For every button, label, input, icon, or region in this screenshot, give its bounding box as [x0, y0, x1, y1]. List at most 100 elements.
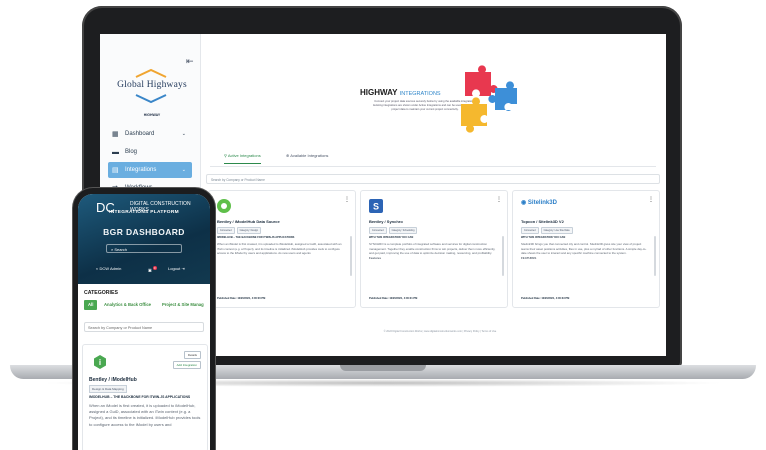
search-input[interactable]: Search by Company or Product Name: [206, 174, 660, 184]
phone-hero: DC DIGITAL CONSTRUCTION WORKS INTEGRATIO…: [78, 194, 210, 284]
more-options-icon[interactable]: ⋮: [496, 196, 502, 203]
phone-search-input[interactable]: Search by Company or Product Name: [84, 322, 204, 332]
user-menu[interactable]: ◐ DCW Admin: [96, 266, 121, 271]
card-date: Published Date: 10/20/2021, 4:00:21 PM: [369, 297, 418, 300]
filter-all[interactable]: All: [84, 300, 98, 310]
dashboard-title: BGR DASHBOARD: [78, 227, 210, 237]
card-date: Published Date: 10/20/2021, 4:00:00 PM: [217, 297, 266, 300]
user-bar: ◐ DCW Admin ▣ 0 Logout ⇥: [78, 264, 210, 276]
chevron-down-icon: ⌄: [181, 167, 186, 173]
tab-label: Active Integrations: [227, 153, 261, 158]
book-icon: ▬: [112, 148, 119, 156]
sidebar-item-blog[interactable]: ▬ Blog: [108, 144, 192, 160]
global-highways-logo: Global Highways HIGHWAY: [112, 68, 192, 122]
integration-card[interactable]: ⋮ Bentley / iModelHub Data Source Connec…: [208, 190, 356, 308]
details-button[interactable]: Details: [183, 351, 201, 359]
svg-text:i: i: [99, 358, 101, 367]
dashboard-word: DASHBOARD: [126, 227, 185, 237]
filter-analytics[interactable]: Analytics & Back Office: [104, 300, 151, 310]
user-name: DCW Admin: [99, 266, 122, 271]
card-scrollbar[interactable]: [350, 236, 352, 276]
page-title: HIGHWAY INTEGRATIONS: [360, 88, 441, 97]
logo-subtitle: HIGHWAY: [143, 113, 161, 117]
main-content: HIGHWAY INTEGRATIONS Connect your projec…: [200, 34, 666, 356]
logo-chevron-down-icon: [135, 94, 167, 104]
card-description-text: SYNCHRO is a complete portfolio of integ…: [369, 242, 496, 256]
more-options-icon[interactable]: ⋮: [344, 196, 350, 203]
card-description: When an iModel is first created, it is u…: [217, 242, 342, 256]
status-badge: Connected: [521, 227, 539, 234]
chevron-down-icon: ⌄: [181, 131, 186, 137]
dashboard-prefix: BGR: [103, 227, 124, 237]
search-label: Search: [114, 247, 128, 252]
title-light: INTEGRATIONS: [399, 91, 441, 97]
category-badge: Category: Scheduling: [388, 227, 418, 234]
sitelink-logo-text: Sitelink3D: [527, 200, 557, 206]
integration-card[interactable]: ⋮ ◉ Sitelink3D Topcon / Sitelink3D V2 Co…: [512, 190, 660, 308]
card-description: Sitelink3D brings you that connected cit…: [521, 242, 649, 260]
sidebar-item-label: Blog: [125, 149, 138, 155]
card-badges: Connected Category: Live Site Data: [521, 227, 573, 234]
synchro-logo-icon: S: [369, 199, 383, 213]
puzzle-pieces-icon: [461, 65, 517, 133]
card-subtitle: IMODELHUB – THE BACKBONE FOR ITWIN.JS AP…: [217, 236, 295, 239]
grid-icon: ▦: [112, 131, 119, 138]
category-badge: Category: Live Site Data: [540, 227, 573, 234]
integration-tabs: ⚲ Active Integrations ⊕ Available Integr…: [210, 152, 656, 167]
category-badge: Design & Data Mapping: [89, 385, 127, 393]
tab-active-integrations[interactable]: ⚲ Active Integrations: [224, 153, 261, 164]
phone-screen: DC DIGITAL CONSTRUCTION WORKS INTEGRATIO…: [78, 194, 210, 450]
card-title: Bentley / iModelHub: [89, 377, 137, 383]
card-date: Published Date: 10/20/2021, 4:00:33 PM: [521, 297, 570, 300]
page-footer: © 2022 Digital Construction Works | www.…: [383, 330, 497, 333]
add-integration-button[interactable]: Add Integration: [172, 361, 201, 369]
card-scrollbar[interactable]: [654, 236, 656, 276]
card-features-heading: FEATURES: [521, 255, 537, 260]
status-badge: Connected: [217, 227, 235, 234]
card-description-text: Sitelink3D brings you that connected cit…: [521, 242, 647, 256]
more-options-icon[interactable]: ⋮: [648, 196, 654, 203]
sitelink3d-logo: ◉ Sitelink3D: [521, 199, 557, 206]
logo-text: Global Highways: [117, 80, 187, 90]
collapse-sidebar-icon[interactable]: ⇤: [186, 56, 194, 67]
chart-icon: ▤: [112, 167, 119, 174]
svg-text:S: S: [373, 202, 379, 212]
card-description: When an iModel is first created, it is u…: [89, 403, 201, 427]
category-badge: Category: Design: [236, 227, 262, 234]
card-badges: Connected Category: Scheduling: [369, 227, 418, 234]
phone-integration-card[interactable]: Details Add Integration i Bentley / iMod…: [82, 344, 208, 450]
categories-heading: CATEGORIES: [84, 290, 118, 296]
tab-available-integrations[interactable]: ⊕ Available Integrations: [286, 153, 328, 158]
filter-project-site[interactable]: Project & Site Manag: [162, 300, 204, 310]
platform-title: INTEGRATIONS PLATFORM: [109, 210, 179, 215]
notification-count: 0: [152, 266, 157, 270]
status-badge: Connected: [369, 227, 387, 234]
sidebar-item-label: Dashboard: [125, 131, 155, 137]
card-badges: Connected Category: Design: [217, 227, 262, 234]
tab-label: Available Integrations: [290, 153, 329, 158]
sidebar-item-dashboard[interactable]: ▦ Dashboard ⌄: [108, 126, 192, 142]
card-subtitle: WITH THIS INTEGRATION YOU CAN: [369, 236, 414, 239]
sidebar-item-integrations[interactable]: ▤ Integrations ⌄: [108, 162, 192, 178]
sidebar-item-label: Integrations: [125, 167, 157, 173]
category-filters: All Analytics & Back Office Project & Si…: [84, 300, 210, 310]
card-title: Topcon / Sitelink3D V2: [521, 219, 564, 224]
card-title: Bentley / iModelHub Data Source: [217, 219, 280, 224]
laptop-notch: [340, 365, 426, 371]
logout-button[interactable]: Logout ⇥: [168, 266, 185, 271]
notifications-button[interactable]: ▣ 0: [148, 266, 157, 272]
sitelink-icon: ◉: [521, 200, 528, 206]
card-description: SYNCHRO is a complete portfolio of integ…: [369, 242, 497, 260]
title-bold: HIGHWAY: [360, 88, 398, 97]
card-scrollbar[interactable]: [502, 236, 504, 276]
logo-chevron-up-icon: [135, 68, 167, 78]
bentley-imodelhub-logo-icon: [217, 199, 231, 213]
integration-card[interactable]: ⋮ S Bentley / Synchro Connected Category…: [360, 190, 508, 308]
card-title: Bentley / Synchro: [369, 219, 403, 224]
phone-search-button[interactable]: ⌕ Search: [106, 244, 182, 253]
bell-icon: ▣: [148, 267, 152, 273]
card-subtitle: IMODELHUB – THE BACKBONE FOR ITWIN.JS AP…: [89, 395, 191, 399]
bentley-imodelhub-logo-icon: i: [94, 355, 106, 369]
card-subtitle: WITH THIS INTEGRATION YOU CAN: [521, 236, 566, 239]
card-features-heading: Features: [369, 255, 382, 260]
